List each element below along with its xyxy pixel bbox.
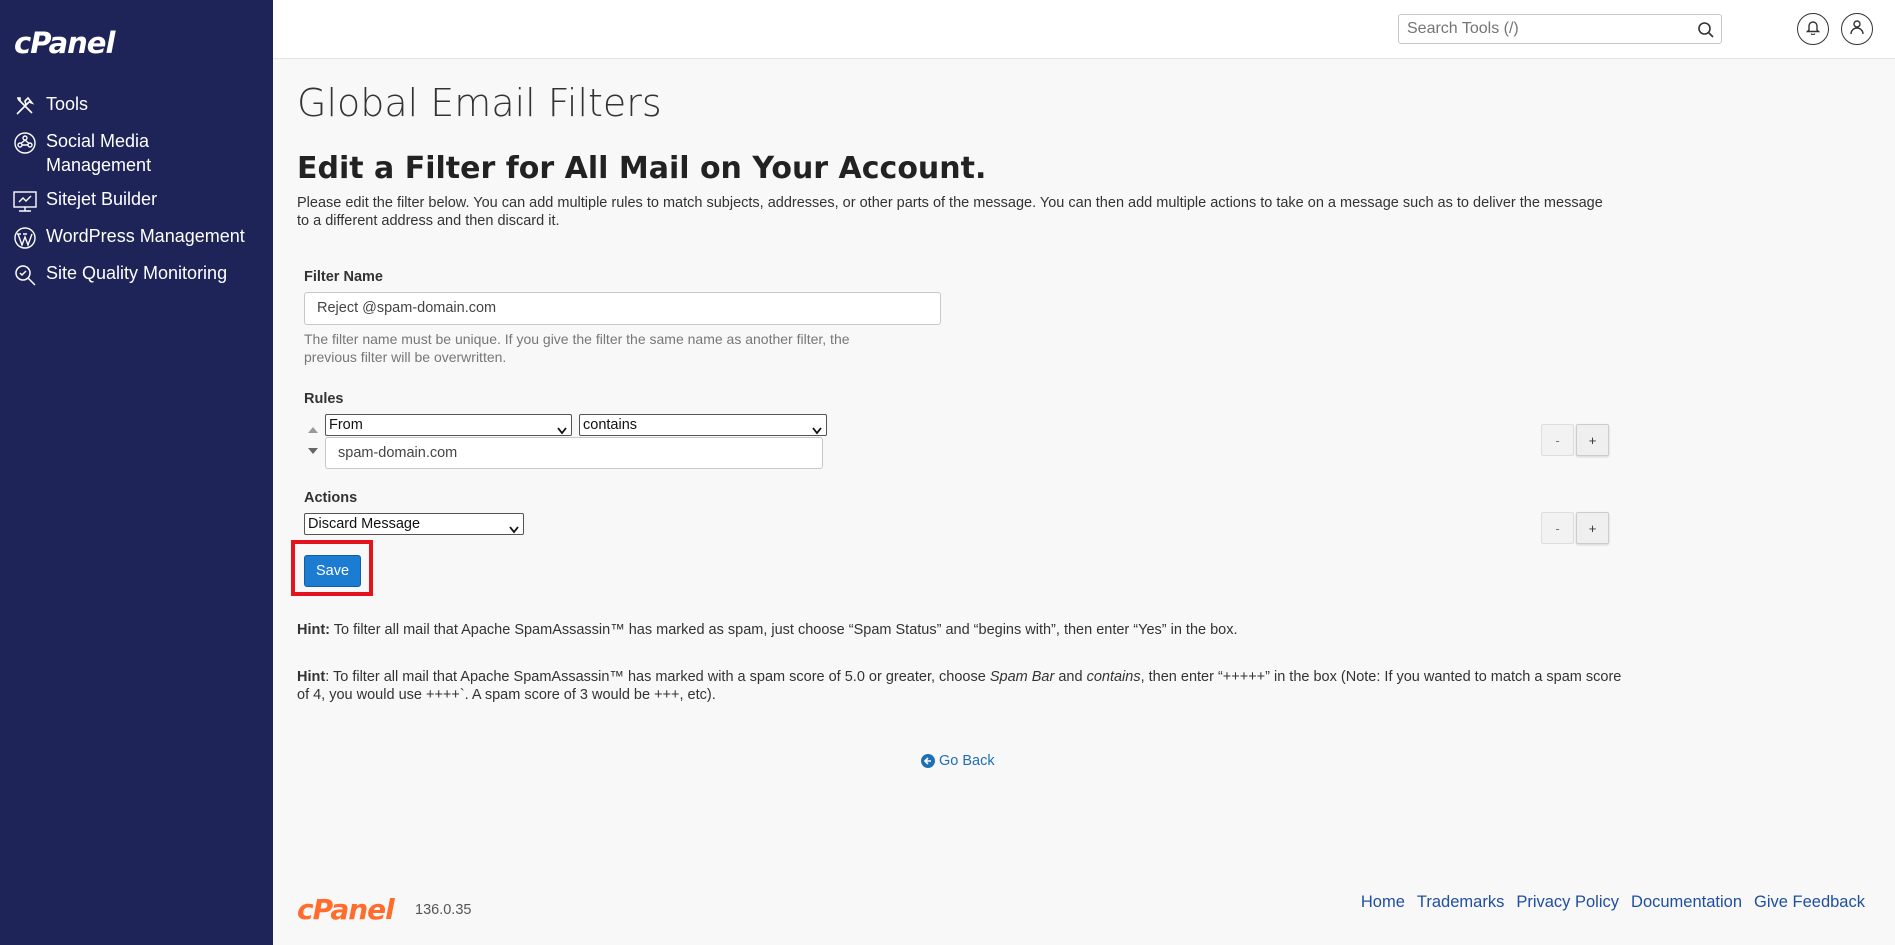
- social-media-icon: [12, 130, 38, 156]
- sidebar-item-social-media[interactable]: Social Media Management: [0, 129, 273, 177]
- version-number: 136.0.35: [415, 902, 472, 918]
- filter-name-input[interactable]: Reject @spam-domain.com: [304, 292, 941, 325]
- move-rule-down-icon[interactable]: [308, 448, 318, 454]
- top-header: [273, 0, 1895, 59]
- rule-part-select[interactable]: From: [325, 414, 572, 436]
- footer-link-trademarks[interactable]: Trademarks: [1417, 893, 1504, 912]
- action-select[interactable]: Discard Message: [304, 513, 524, 535]
- sidebar-item-wordpress[interactable]: WordPress Management: [0, 224, 273, 251]
- search-icon[interactable]: [1697, 21, 1715, 39]
- filter-name-label: Filter Name: [304, 269, 383, 285]
- user-icon: [1849, 19, 1865, 40]
- footer-links: Home Trademarks Privacy Policy Documenta…: [1361, 893, 1865, 912]
- rules-label: Rules: [304, 391, 344, 407]
- search-input[interactable]: [1399, 15, 1689, 43]
- sidebar-nav: Tools Social Media Management Sitejet Bu…: [0, 92, 273, 298]
- go-back-label: Go Back: [939, 753, 995, 769]
- add-action-button[interactable]: +: [1576, 512, 1609, 544]
- go-back-link[interactable]: Go Back: [921, 753, 995, 769]
- hint-text: and: [1054, 669, 1087, 685]
- sitejet-icon: [12, 188, 38, 214]
- bell-icon: [1805, 19, 1821, 40]
- hint-text: : To filter all mail that Apache SpamAss…: [325, 669, 990, 685]
- rule-match-value: contains: [583, 417, 638, 433]
- arrow-left-circle-icon: [921, 754, 935, 768]
- footer-link-documentation[interactable]: Documentation: [1631, 893, 1742, 912]
- hint-label: Hint: [297, 669, 326, 685]
- page-subtitle: Edit a Filter for All Mail on Your Accou…: [297, 151, 987, 186]
- page-intro: Please edit the filter below. You can ad…: [297, 195, 1603, 229]
- actions-label: Actions: [304, 490, 358, 506]
- sidebar-item-label: WordPress Management: [46, 226, 245, 246]
- page-title: Global Email Filters: [297, 81, 662, 125]
- footer-link-privacy-policy[interactable]: Privacy Policy: [1516, 893, 1619, 912]
- hint-spam-status: Hint: To filter all mail that Apache Spa…: [297, 621, 1627, 639]
- remove-action-button[interactable]: -: [1541, 512, 1574, 544]
- filter-name-help: The filter name must be unique. If you g…: [304, 331, 850, 365]
- remove-rule-button[interactable]: -: [1541, 424, 1574, 456]
- sidebar-item-label: Social Media Management: [46, 131, 152, 175]
- move-rule-up-icon[interactable]: [308, 427, 318, 433]
- chevron-down-icon: [509, 520, 519, 540]
- hint-emphasis: contains: [1086, 669, 1141, 685]
- site-quality-icon: [12, 262, 38, 288]
- tools-icon: [12, 93, 38, 119]
- sidebar-item-label: Tools: [46, 94, 89, 114]
- sidebar-item-label: Sitejet Builder: [46, 189, 158, 209]
- add-rule-button[interactable]: +: [1576, 424, 1609, 456]
- hint-emphasis: Spam Bar: [989, 669, 1055, 685]
- sidebar-item-sitejet[interactable]: Sitejet Builder: [0, 187, 273, 214]
- notifications-button[interactable]: [1797, 13, 1829, 45]
- footer-cpanel-logo: cPanel: [297, 893, 395, 926]
- hint-label: Hint:: [297, 622, 331, 638]
- user-menu-button[interactable]: [1841, 13, 1873, 45]
- rule-part-value: From: [329, 417, 363, 433]
- footer-link-give-feedback[interactable]: Give Feedback: [1754, 893, 1865, 912]
- action-value: Discard Message: [308, 516, 421, 532]
- rule-match-select[interactable]: contains: [579, 414, 827, 436]
- rule-value-input[interactable]: spam-domain.com: [325, 437, 823, 469]
- sidebar: cPanel Tools Social Media Management Sit…: [0, 0, 273, 945]
- search-box: [1398, 14, 1722, 44]
- save-button[interactable]: Save: [304, 555, 361, 587]
- hint-spam-score: Hint: To filter all mail that Apache Spa…: [297, 668, 1627, 704]
- hint-text: To filter all mail that Apache SpamAssas…: [330, 622, 1238, 638]
- sidebar-item-site-quality[interactable]: Site Quality Monitoring: [0, 261, 273, 288]
- footer-link-home[interactable]: Home: [1361, 893, 1405, 912]
- sidebar-item-tools[interactable]: Tools: [0, 92, 273, 119]
- cpanel-logo[interactable]: cPanel: [14, 26, 115, 60]
- wordpress-icon: [12, 225, 38, 251]
- sidebar-item-label: Site Quality Monitoring: [46, 263, 228, 283]
